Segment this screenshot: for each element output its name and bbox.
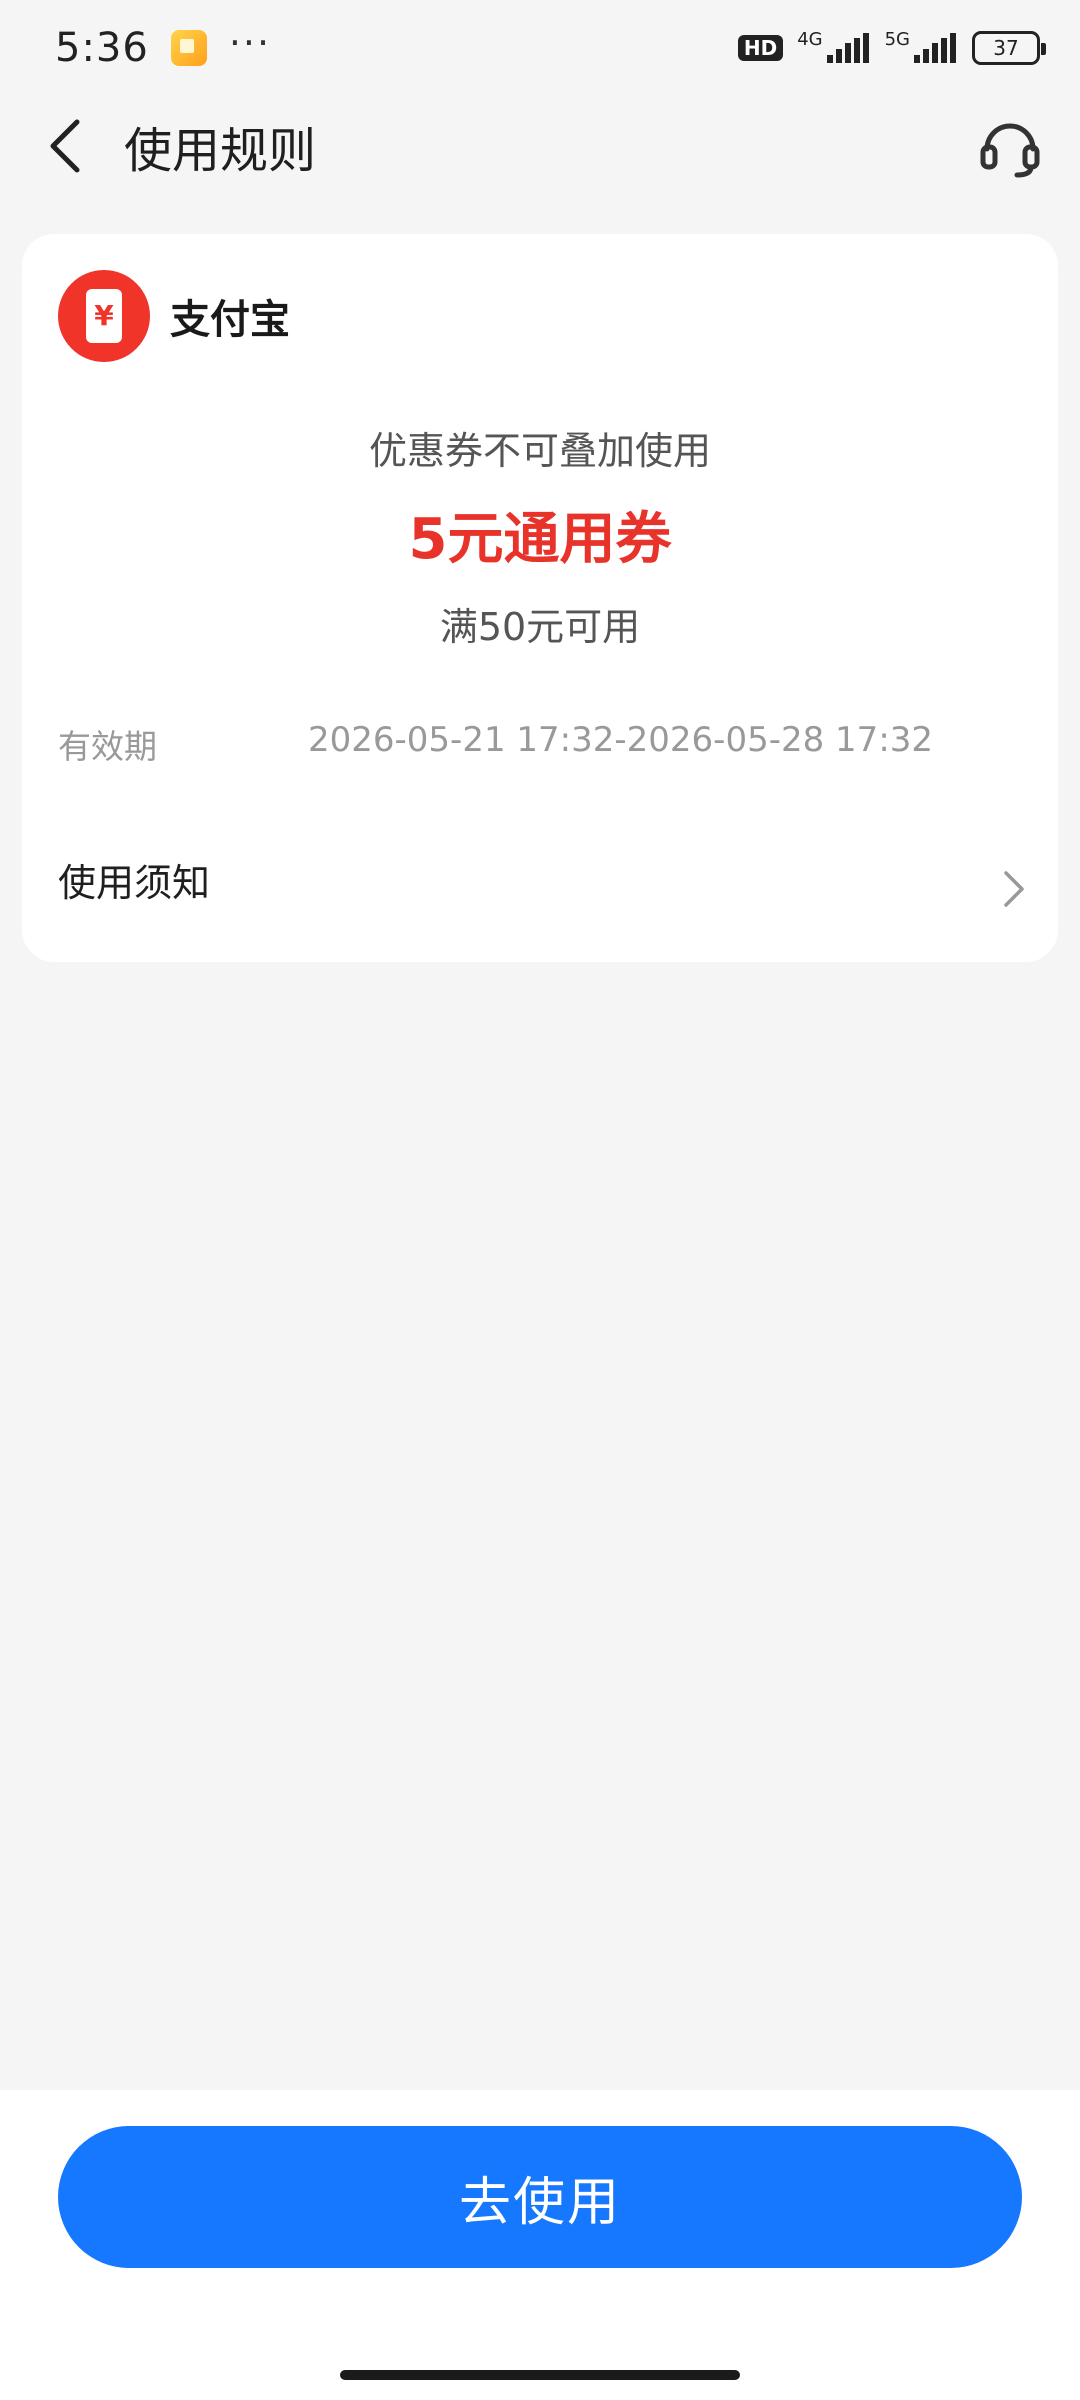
usage-notice-label: 使用须知 — [58, 860, 211, 905]
coupon-title: 5元通用券 — [408, 507, 672, 572]
phone-yuan-icon: ¥ — [86, 289, 122, 343]
gallery-notification-icon — [170, 30, 207, 66]
headset-icon — [980, 123, 1040, 178]
merchant-name: 支付宝 — [170, 297, 290, 343]
back-button[interactable] — [30, 111, 100, 181]
status-left: 5:36 ··· — [55, 21, 272, 71]
coupon-card: ¥ 支付宝 优惠券不可叠加使用 5元通用券 满50元可用 有效期 2026-05… — [22, 234, 1058, 962]
alipay-logo-icon: ¥ — [58, 270, 150, 362]
validity-value: 2026-05-21 17:32-2026-05-28 17:32 — [308, 720, 934, 760]
chevron-left-icon — [50, 119, 80, 173]
status-right: HD 4G 5G 37 — [737, 29, 1046, 65]
coupon-condition: 满50元可用 — [439, 605, 641, 649]
use-coupon-button[interactable]: 去使用 — [58, 2126, 1022, 2268]
battery-icon: 37 — [972, 31, 1046, 65]
chevron-right-icon — [1004, 871, 1024, 907]
page-title: 使用规则 — [124, 123, 317, 179]
svg-text:¥: ¥ — [94, 299, 114, 332]
network-label-4g: 4G — [797, 29, 823, 50]
validity-label: 有效期 — [58, 727, 157, 766]
usage-notice-row[interactable]: 使用须知 — [22, 834, 1058, 944]
stacking-note: 优惠券不可叠加使用 — [368, 429, 711, 473]
bottom-action-bar: 去使用 — [0, 2090, 1080, 2400]
status-bar: 5:36 ··· HD 4G 5G 37 — [0, 0, 1080, 96]
nav-bar: 使用规则 — [0, 96, 1080, 196]
signal-5g: 5G — [885, 29, 958, 63]
battery-level: 37 — [993, 36, 1019, 60]
signal-4g: 4G — [797, 29, 870, 63]
customer-service-button[interactable] — [970, 106, 1050, 186]
merchant-header: ¥ 支付宝 — [58, 270, 290, 362]
status-time: 5:36 — [55, 25, 149, 71]
hd-icon: HD — [737, 35, 784, 61]
signal-bars-icon — [826, 33, 869, 63]
home-indicator[interactable] — [340, 2370, 740, 2380]
more-notifications-icon: ··· — [228, 21, 272, 65]
signal-bars-icon — [914, 33, 956, 63]
network-label-5g: 5G — [884, 29, 910, 50]
